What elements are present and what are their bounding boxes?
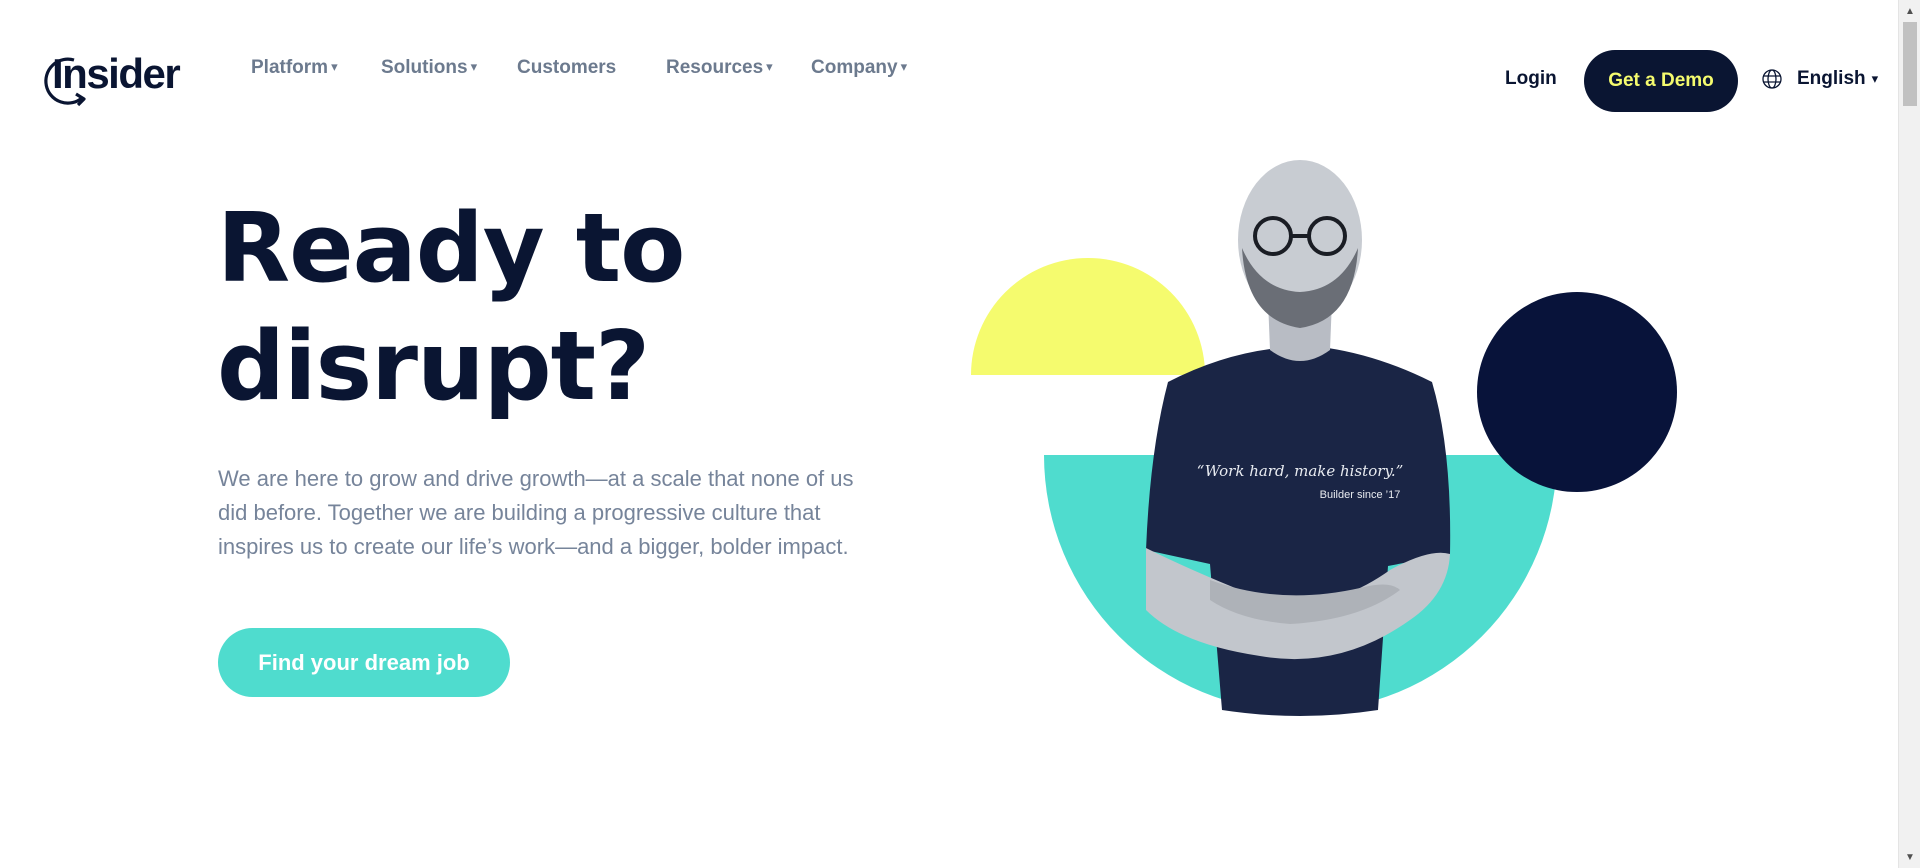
hero-title-line-2: disrupt? [217, 312, 650, 422]
nav-item-solutions[interactable]: Solutions ▾ [381, 57, 477, 79]
nav-item-label: Customers [517, 57, 617, 78]
navy-circle [1477, 292, 1677, 492]
scrollbar-thumb[interactable] [1903, 22, 1917, 106]
shirt-subtext: Builder since ’17 [1320, 489, 1401, 501]
chevron-down-icon: ▾ [1871, 71, 1879, 86]
nav-item-customers[interactable]: Customers [517, 57, 616, 79]
language-label: English [1797, 68, 1866, 89]
nav-item-platform[interactable]: Platform ▾ [251, 57, 338, 79]
shirt-quote: “Work hard, make history.” [1197, 462, 1404, 480]
nav-item-label: Company [811, 57, 898, 78]
hero-description-line-1: We are here to grow and drive growth—at … [218, 466, 854, 491]
nav-item-label: Resources [666, 57, 764, 78]
scroll-up-icon[interactable]: ▲ [1899, 2, 1920, 20]
nav-item-company[interactable]: Company ▾ [811, 57, 907, 79]
chevron-down-icon: ▾ [470, 59, 478, 74]
get-demo-button[interactable]: Get a Demo [1584, 50, 1738, 112]
language-selector[interactable]: English ▾ [1761, 68, 1878, 90]
vertical-scrollbar[interactable]: ▲ ▼ [1898, 0, 1920, 868]
scroll-down-icon[interactable]: ▼ [1899, 848, 1920, 866]
chevron-down-icon: ▾ [331, 59, 338, 74]
insider-logo[interactable]: Insider [40, 50, 181, 107]
nav-item-label: Platform [251, 57, 329, 78]
find-dream-job-button[interactable]: Find your dream job [218, 628, 510, 697]
nav-item-resources[interactable]: Resources ▾ [666, 57, 773, 79]
login-link[interactable]: Login [1505, 68, 1557, 90]
globe-icon [1762, 69, 1782, 89]
hero-title: Ready to disrupt? [217, 190, 917, 426]
chevron-down-icon: ▾ [900, 59, 908, 74]
hero-title-line-1: Ready to [217, 194, 685, 304]
page: Insider Platform ▾ Solutions ▾ Customers… [0, 0, 1920, 868]
chevron-down-icon: ▾ [766, 59, 773, 74]
yellow-half-circle [971, 258, 1205, 375]
hero-description-line-2: did before. Together we are building a p… [218, 500, 821, 525]
hero-illustration: “Work hard, make history.” Builder since… [971, 160, 1677, 716]
logo-text: Insider [52, 50, 181, 97]
top-navigation: Insider Platform ▾ Solutions ▾ Customers… [0, 0, 1898, 164]
hero-description-line-3: inspires us to create our life’s work—an… [218, 534, 849, 559]
hero-description: We are here to grow and drive growth—at … [218, 462, 918, 564]
nav-item-label: Solutions [381, 57, 468, 78]
